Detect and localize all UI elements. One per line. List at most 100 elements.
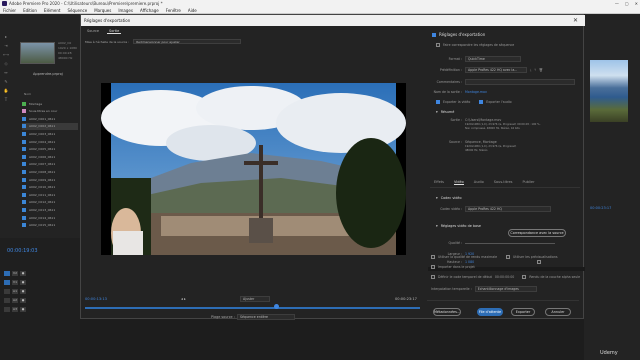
clip-color-icon (22, 139, 26, 144)
list-item[interactable]: A002_C013_0611 (22, 206, 78, 213)
tab-video[interactable]: Vidéo (453, 180, 464, 185)
aspect-checkbox[interactable] (537, 260, 542, 264)
match-sequence-checkbox[interactable] (436, 43, 440, 47)
track-target-button[interactable] (4, 280, 10, 285)
track-target-button[interactable] (4, 289, 10, 294)
selection-tool-icon[interactable]: ▸ (5, 34, 7, 39)
timeline-range-bar[interactable] (85, 307, 420, 309)
list-item[interactable]: A002_C011_0611 (22, 191, 78, 198)
tab-sous-titres[interactable]: Sous-titres (494, 180, 513, 185)
ripple-edit-icon[interactable]: ⟷ (3, 52, 9, 57)
maximize-button[interactable]: ▢ (625, 0, 629, 7)
tab-effets[interactable]: Effets (434, 180, 444, 185)
razor-tool-icon[interactable]: ◇ (4, 61, 7, 66)
tab-source[interactable]: Source (85, 29, 101, 34)
export-settings-toggle[interactable] (432, 32, 436, 37)
source-scaling-select[interactable]: Redimensionner pour ajuster (133, 39, 242, 44)
output-name-link[interactable]: Montage.mov (465, 90, 487, 94)
use-previews-checkbox[interactable] (506, 255, 511, 259)
dialog-close-icon[interactable]: ✕ (573, 15, 578, 26)
chevron-down-icon[interactable]: ▾ (436, 196, 438, 200)
track-select-icon[interactable]: ⇥ (4, 43, 7, 48)
start-timecode-checkbox[interactable] (431, 275, 435, 279)
preset-select[interactable]: Apple ProRes 422 HQ avec la... (465, 67, 527, 73)
track-target-button[interactable] (4, 271, 10, 276)
list-item[interactable]: A002_C009_0611 (22, 176, 78, 183)
comments-row: Commentaires : (430, 79, 575, 85)
list-item[interactable]: A002_C002_0611 (22, 122, 78, 130)
list-item[interactable]: A002_C015_0611 (22, 222, 78, 229)
track-lock-icon[interactable]: ● (20, 280, 26, 285)
minimize-button[interactable]: — (615, 0, 619, 7)
list-item[interactable]: A002_C012_0611 (22, 199, 78, 206)
quality-slider[interactable] (465, 242, 555, 244)
track-lock-icon[interactable]: ● (20, 289, 26, 294)
tab-publier[interactable]: Publier (522, 180, 534, 185)
list-item[interactable]: A002_C008_0611 (22, 168, 78, 175)
video-codec-select[interactable]: Apple ProRes 422 HQ (465, 206, 551, 212)
max-render-checkbox[interactable] (431, 255, 435, 259)
track-target-button[interactable] (4, 298, 10, 303)
track-lock-icon[interactable]: ● (20, 298, 26, 303)
track-header: V2 ● (4, 270, 78, 277)
queue-button[interactable]: File d'attente (477, 308, 503, 316)
interpolation-select[interactable]: Echantillonnage d'images (474, 286, 537, 292)
list-item[interactable]: A002_C007_0611 (22, 161, 78, 168)
chevron-down-icon[interactable]: ▾ (436, 224, 438, 228)
save-preset-icon[interactable]: ⤓ (530, 68, 531, 72)
menu-fenetre[interactable]: Fenêtre (166, 7, 181, 13)
track-label: A3 (12, 307, 18, 312)
pen-tool-icon[interactable]: ✎ (4, 79, 7, 84)
mark-in-icon[interactable]: ◂ ▸ (181, 297, 186, 301)
list-item[interactable]: Sous-titres en cour (22, 108, 78, 115)
menu-aide[interactable]: Aide (188, 7, 197, 13)
source-range-select[interactable]: Séquence entière (237, 314, 295, 320)
import-project-checkbox[interactable] (431, 265, 435, 269)
menu-edition[interactable]: Edition (23, 7, 37, 13)
chevron-down-icon[interactable]: ▾ (436, 110, 438, 114)
cancel-button[interactable]: Annuler (545, 308, 571, 316)
height-value[interactable]: 1 080 (465, 260, 474, 264)
menu-sequence[interactable]: Séquence (67, 7, 87, 13)
clip-color-icon (22, 131, 26, 136)
tab-audio[interactable]: Audio (474, 180, 484, 185)
track-target-button[interactable] (4, 307, 10, 312)
track-lock-icon[interactable]: ● (20, 271, 26, 276)
list-item[interactable]: Montage (22, 100, 78, 107)
menu-fichier[interactable]: Fichier (3, 7, 16, 13)
track-lock-icon[interactable]: ● (20, 307, 26, 312)
start-timecode-value[interactable]: 00:00:00:00 (495, 275, 514, 279)
import-preset-icon[interactable]: ⤒ (534, 68, 535, 72)
playhead[interactable] (274, 304, 279, 309)
export-settings-dialog: Réglages d'exportation ✕ Source Sortie M… (80, 14, 585, 320)
match-source-button[interactable]: Correspondance avec la source (508, 229, 566, 237)
tab-output[interactable]: Sortie (107, 29, 122, 34)
menu-affichage[interactable]: Affichage (140, 7, 159, 13)
list-item[interactable]: A002_C001_0611 (22, 115, 78, 122)
menu-element[interactable]: Elément (44, 7, 61, 13)
comments-input[interactable] (465, 79, 575, 85)
export-button[interactable]: Exporter (511, 308, 535, 316)
alpha-only-checkbox[interactable] (522, 275, 527, 279)
export-video-checkbox[interactable] (436, 100, 440, 104)
list-item[interactable]: A002_C003_0611 (22, 130, 78, 137)
scrubber-area: 00:00:13:13 ◂ ▸ Ajuster 00:00:23:17 Plag… (85, 296, 425, 327)
match-sequence-row: Faire correspondre les réglages de séque… (436, 43, 514, 47)
metadata-button[interactable]: Métadonnées... (433, 308, 461, 316)
slip-tool-icon[interactable]: ↔ (4, 70, 7, 75)
list-item[interactable]: A002_C005_0611 (22, 146, 78, 153)
hand-tool-icon[interactable]: ✋ (4, 88, 9, 93)
list-item[interactable]: A002_C010_0611 (22, 184, 78, 191)
clip-color-icon (22, 101, 26, 106)
fit-select[interactable]: Ajuster (240, 296, 270, 302)
export-audio-checkbox[interactable] (479, 100, 484, 104)
list-item[interactable]: A002_C004_0611 (22, 138, 78, 145)
menu-images[interactable]: Images (118, 7, 133, 13)
menu-marques[interactable]: Marques (94, 7, 111, 13)
delete-preset-icon[interactable]: 🗑 (539, 68, 543, 72)
list-item[interactable]: A002_C006_0611 (22, 153, 78, 160)
list-item[interactable]: A002_C014_0611 (22, 214, 78, 221)
format-select[interactable]: QuickTime (465, 56, 521, 62)
type-tool-icon[interactable]: T (5, 97, 7, 102)
close-window-button[interactable]: ✕ (635, 0, 638, 7)
